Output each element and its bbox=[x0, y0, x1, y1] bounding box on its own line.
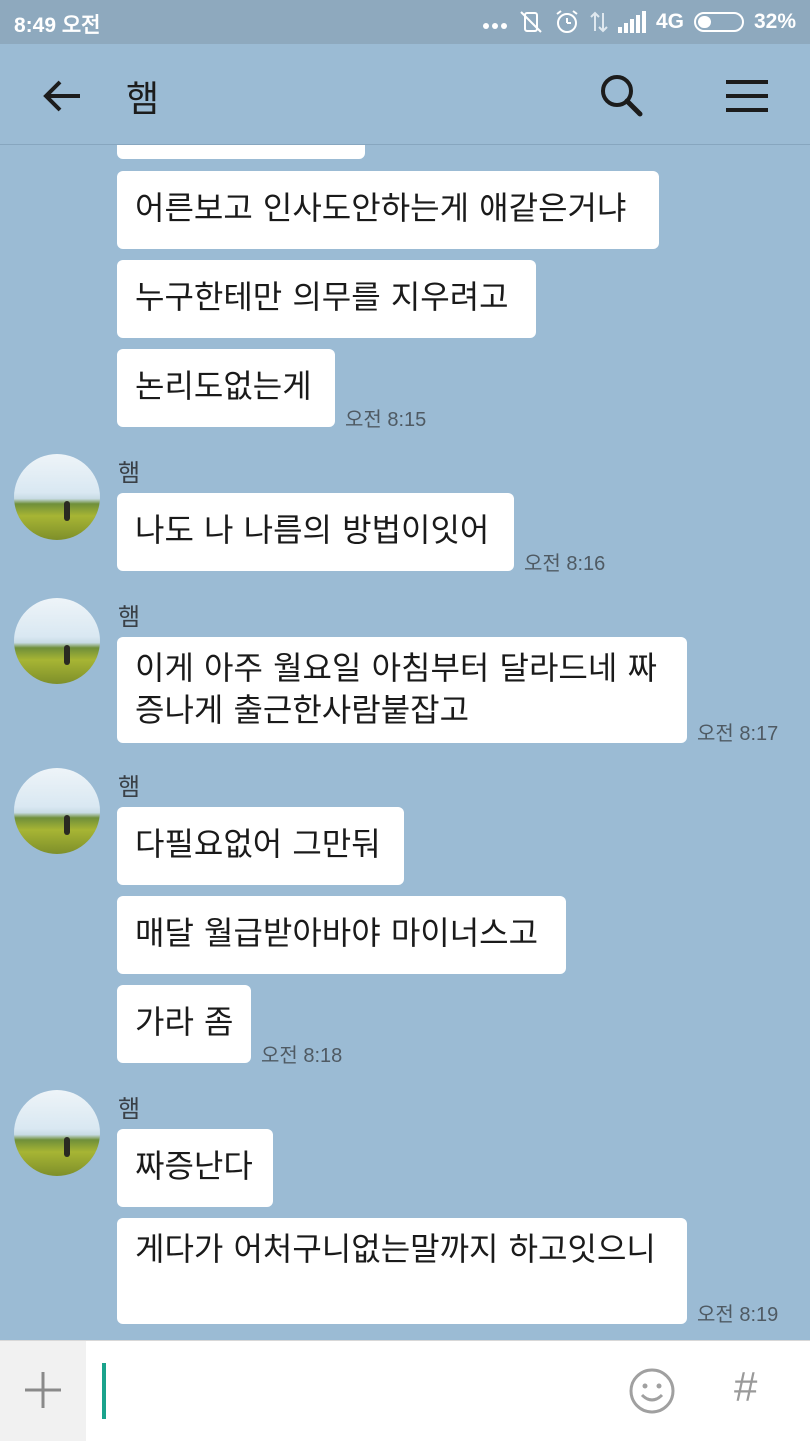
avatar[interactable] bbox=[14, 1090, 100, 1176]
message-bubble: 다필요없어 그만둬 bbox=[117, 807, 404, 885]
battery-icon bbox=[693, 12, 744, 32]
hashtag-search-button[interactable]: # bbox=[734, 1363, 757, 1411]
signal-icon bbox=[617, 11, 646, 33]
back-button[interactable] bbox=[40, 74, 84, 118]
message-bubble-partial bbox=[117, 145, 365, 159]
message-time: 오전 8:15 bbox=[345, 409, 427, 431]
message-time: 오전 8:16 bbox=[524, 553, 606, 575]
message-time: 오전 8:19 bbox=[697, 1304, 779, 1326]
message-input[interactable] bbox=[100, 1363, 604, 1421]
hamburger-menu-icon bbox=[726, 80, 768, 112]
message-bubble: 나도 나 나름의 방법이잇어 bbox=[117, 493, 514, 571]
avatar[interactable] bbox=[14, 768, 100, 854]
message-bubble: 짜증난다 bbox=[117, 1129, 273, 1207]
chat-header: 햄 bbox=[0, 44, 810, 145]
data-transfer-icon bbox=[590, 10, 608, 34]
attach-button[interactable] bbox=[22, 1369, 64, 1411]
vibrate-off-icon bbox=[518, 9, 544, 35]
sender-name: 햄 bbox=[118, 603, 141, 631]
alarm-icon bbox=[554, 9, 580, 35]
menu-button[interactable] bbox=[724, 74, 770, 118]
message-bubble: 누구한테만 의무를 지우려고 bbox=[117, 260, 536, 338]
chat-title: 햄 bbox=[126, 79, 160, 120]
message-bubble: 매달 월급받아바야 마이너스고 bbox=[117, 896, 566, 974]
search-button[interactable] bbox=[598, 72, 646, 120]
message-bubble: 가라 좀 bbox=[117, 985, 251, 1063]
status-bar: 8:49 오전 4G 32% bbox=[0, 0, 810, 44]
avatar[interactable] bbox=[14, 598, 100, 684]
attach-area bbox=[0, 1341, 86, 1441]
message-bubble: 게다가 어처구니없는말까지 하고잇으니 bbox=[117, 1218, 687, 1324]
emoticon-button[interactable] bbox=[628, 1367, 676, 1415]
search-icon bbox=[601, 75, 643, 117]
message-time: 오전 8:17 bbox=[697, 723, 779, 745]
battery-percent: 32% bbox=[753, 10, 796, 33]
sender-name: 햄 bbox=[118, 773, 141, 801]
message-bubble: 논리도없는게 bbox=[117, 349, 335, 427]
message-list[interactable]: 어른보고 인사도안하는게 애같은거냐 누구한테만 의무를 지우려고 논리도없는게… bbox=[0, 145, 810, 1340]
text-cursor bbox=[102, 1363, 106, 1419]
status-icons: 4G 32% bbox=[482, 9, 796, 35]
status-time: 8:49 오전 bbox=[14, 14, 101, 37]
message-input-bar: # bbox=[0, 1340, 810, 1441]
network-type: 4G bbox=[655, 10, 684, 33]
sender-name: 햄 bbox=[118, 459, 141, 487]
message-bubble: 이게 아주 월요일 아침부터 달라드네 짜증나게 출근한사람붙잡고 bbox=[117, 637, 687, 743]
message-bubble: 어른보고 인사도안하는게 애같은거냐 bbox=[117, 171, 659, 249]
arrow-left-icon bbox=[43, 80, 80, 112]
more-dots-icon bbox=[482, 12, 508, 32]
battery-level bbox=[697, 16, 711, 28]
avatar[interactable] bbox=[14, 454, 100, 540]
smiley-icon bbox=[629, 1368, 675, 1414]
sender-name: 햄 bbox=[118, 1095, 141, 1123]
plus-icon bbox=[25, 1372, 61, 1408]
message-time: 오전 8:18 bbox=[261, 1045, 343, 1067]
